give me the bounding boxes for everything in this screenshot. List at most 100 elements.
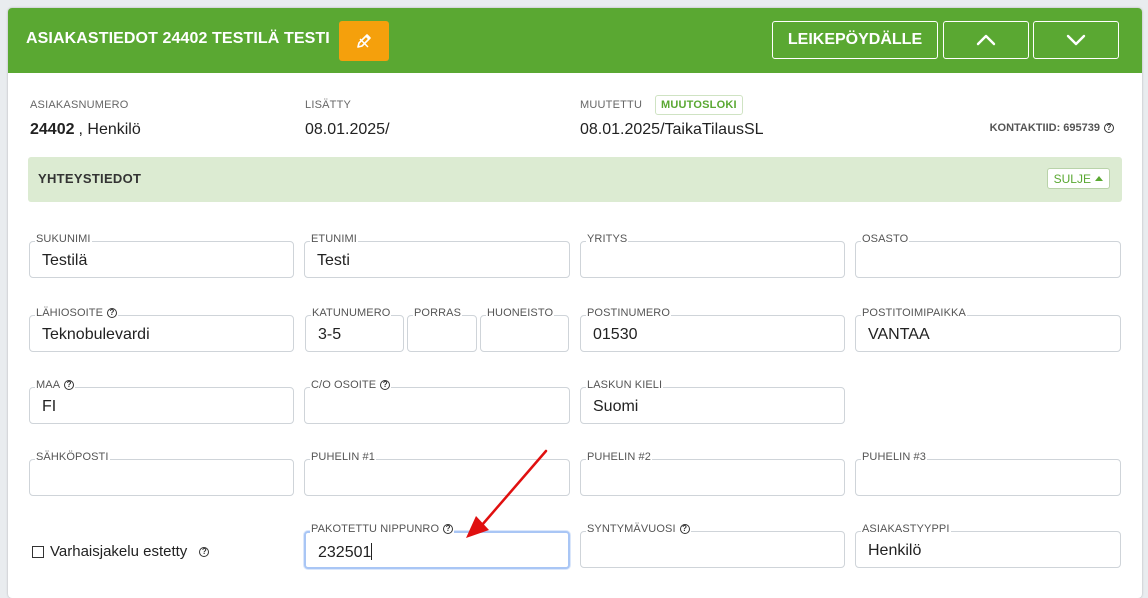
phone-3-label-text: PUHELIN #3 bbox=[862, 451, 926, 463]
customer-type-input[interactable]: Henkilö bbox=[855, 531, 1121, 568]
street-address-input[interactable]: Teknobulevardi bbox=[29, 315, 294, 352]
early-delivery-blocked-checkbox[interactable] bbox=[32, 545, 44, 558]
first-name-label-text: ETUNIMI bbox=[311, 233, 357, 245]
modified-value: 08.01.2025/TaikaTilausSL bbox=[580, 121, 764, 138]
customer-number-value: 24402, Henkilö bbox=[30, 121, 141, 139]
street-number-field[interactable]: 3-5 KATUNUMERO bbox=[305, 307, 404, 352]
apartment-input[interactable] bbox=[480, 315, 569, 352]
phone-3-input[interactable] bbox=[855, 459, 1121, 496]
department-input[interactable] bbox=[855, 241, 1121, 278]
city-field[interactable]: VANTAA POSTITOIMIPAIKKA bbox=[855, 307, 1121, 352]
collapse-button-label: SULJE bbox=[1053, 171, 1091, 186]
help-icon[interactable]: ? bbox=[443, 524, 454, 534]
postal-code-input[interactable]: 01530 bbox=[580, 315, 845, 352]
forced-bundle-number-value: 232501 bbox=[318, 544, 372, 561]
phone-1-field[interactable]: PUHELIN #1 bbox=[304, 451, 570, 496]
pencil-icon bbox=[357, 34, 371, 48]
contact-id: KONTAKTIID: 695739 ? bbox=[990, 122, 1114, 134]
first-name-label: ETUNIMI bbox=[310, 233, 358, 245]
birth-year-label: SYNTYMÄVUOSI? bbox=[586, 523, 691, 535]
phone-2-field[interactable]: PUHELIN #2 bbox=[580, 451, 845, 496]
city-input[interactable]: VANTAA bbox=[855, 315, 1121, 352]
country-field[interactable]: FI MAA? bbox=[29, 379, 294, 424]
company-input[interactable] bbox=[580, 241, 845, 278]
country-input[interactable]: FI bbox=[29, 387, 294, 424]
customer-number: 24402 bbox=[30, 121, 75, 138]
co-address-input[interactable] bbox=[304, 387, 570, 424]
invoice-language-input[interactable]: Suomi bbox=[580, 387, 845, 424]
birth-year-input[interactable] bbox=[580, 531, 845, 568]
help-icon[interactable]: ? bbox=[199, 546, 210, 557]
card-header: ASIAKASTIEDOT 24402 TESTILÄ TESTI LEIKEP… bbox=[8, 8, 1142, 73]
co-address-field[interactable]: C/O OSOITE? bbox=[304, 379, 570, 424]
phone-1-input[interactable] bbox=[304, 459, 570, 496]
help-icon[interactable]: ? bbox=[679, 524, 690, 534]
page-title: ASIAKASTIEDOT 24402 TESTILÄ TESTI bbox=[26, 30, 330, 47]
postal-code-label-text: POSTINUMERO bbox=[587, 307, 670, 319]
email-field[interactable]: SÄHKÖPOSTI bbox=[29, 451, 294, 496]
company-field[interactable]: YRITYS bbox=[580, 233, 845, 278]
next-button[interactable] bbox=[1033, 21, 1119, 59]
stairway-label: PORRAS bbox=[413, 307, 463, 319]
last-name-label: SUKUNIMI bbox=[35, 233, 92, 245]
invoice-language-field[interactable]: Suomi LASKUN KIELI bbox=[580, 379, 845, 424]
help-icon[interactable]: ? bbox=[380, 380, 391, 390]
collapse-button[interactable]: SULJE bbox=[1046, 168, 1110, 189]
customer-type-label: ASIAKASTYYPPI bbox=[861, 523, 951, 535]
caret-up-icon bbox=[1095, 176, 1103, 181]
email-label-text: SÄHKÖPOSTI bbox=[36, 451, 109, 463]
customer-type: , Henkilö bbox=[78, 121, 141, 138]
text-cursor bbox=[371, 543, 373, 560]
department-label-text: OSASTO bbox=[862, 233, 909, 245]
last-name-field[interactable]: Testilä SUKUNIMI bbox=[29, 233, 294, 278]
invoice-language-label-text: LASKUN KIELI bbox=[587, 379, 663, 391]
contact-id-text: KONTAKTIID: 695739 bbox=[989, 122, 1100, 134]
previous-button[interactable] bbox=[943, 21, 1029, 59]
forced-bundle-number-input[interactable]: 232501 bbox=[304, 531, 570, 569]
apartment-field[interactable]: HUONEISTO bbox=[480, 307, 569, 352]
section-title: YHTEYSTIEDOT bbox=[38, 171, 142, 186]
chevron-up-icon bbox=[976, 34, 996, 46]
stairway-input[interactable] bbox=[407, 315, 477, 352]
help-icon[interactable]: ? bbox=[64, 380, 75, 390]
edit-button[interactable] bbox=[339, 21, 389, 61]
customer-number-label: ASIAKASNUMERO bbox=[30, 99, 129, 111]
birth-year-field[interactable]: SYNTYMÄVUOSI? bbox=[580, 523, 845, 568]
help-icon[interactable]: ? bbox=[1104, 123, 1114, 133]
city-label-text: POSTITOIMIPAIKKA bbox=[862, 307, 966, 319]
phone-3-label: PUHELIN #3 bbox=[861, 451, 927, 463]
apartment-label: HUONEISTO bbox=[486, 307, 555, 319]
email-input[interactable] bbox=[29, 459, 294, 496]
help-icon[interactable]: ? bbox=[107, 308, 118, 318]
postal-code-field[interactable]: 01530 POSTINUMERO bbox=[580, 307, 845, 352]
postal-code-label: POSTINUMERO bbox=[586, 307, 671, 319]
phone-2-input[interactable] bbox=[580, 459, 845, 496]
change-log-badge[interactable]: MUUTOSLOKI bbox=[655, 95, 743, 115]
customer-type-field[interactable]: Henkilö ASIAKASTYYPPI bbox=[855, 523, 1121, 568]
last-name-label-text: SUKUNIMI bbox=[36, 233, 91, 245]
first-name-field[interactable]: Testi ETUNIMI bbox=[304, 233, 570, 278]
department-field[interactable]: OSASTO bbox=[855, 233, 1121, 278]
street-address-field[interactable]: Teknobulevardi LÄHIOSOITE? bbox=[29, 307, 294, 352]
phone-3-field[interactable]: PUHELIN #3 bbox=[855, 451, 1121, 496]
country-label: MAA? bbox=[35, 379, 76, 391]
contact-info-section-header: YHTEYSTIEDOT SULJE bbox=[28, 157, 1122, 202]
street-number-label: KATUNUMERO bbox=[311, 307, 392, 319]
early-delivery-blocked-label: Varhaisjakelu estetty bbox=[50, 543, 188, 560]
stairway-field[interactable]: PORRAS bbox=[407, 307, 477, 352]
email-label: SÄHKÖPOSTI bbox=[35, 451, 110, 463]
forced-bundle-number-label-text: PAKOTETTU NIPPUNRO bbox=[311, 523, 440, 535]
last-name-input[interactable]: Testilä bbox=[29, 241, 294, 278]
added-value: 08.01.2025/ bbox=[305, 121, 390, 138]
copy-to-clipboard-button[interactable]: LEIKEPÖYDÄLLE bbox=[772, 21, 938, 59]
customer-type-label-text: ASIAKASTYYPPI bbox=[862, 523, 950, 535]
forced-bundle-number-field[interactable]: 232501 PAKOTETTU NIPPUNRO? bbox=[304, 523, 570, 569]
birth-year-label-text: SYNTYMÄVUOSI bbox=[587, 523, 676, 535]
early-delivery-blocked-checkbox-row[interactable]: Varhaisjakelu estetty ? bbox=[32, 543, 210, 560]
street-number-input[interactable]: 3-5 bbox=[305, 315, 404, 352]
invoice-language-label: LASKUN KIELI bbox=[586, 379, 664, 391]
first-name-input[interactable]: Testi bbox=[304, 241, 570, 278]
forced-bundle-number-label: PAKOTETTU NIPPUNRO? bbox=[310, 523, 455, 535]
phone-2-label: PUHELIN #2 bbox=[586, 451, 652, 463]
added-label: LISÄTTY bbox=[305, 99, 352, 111]
